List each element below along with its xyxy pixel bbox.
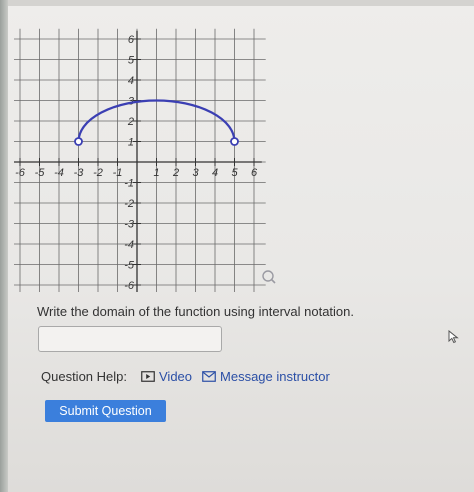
y-axis-ticks: 654321-1-2-3-4-5-6	[124, 34, 141, 292]
mouse-cursor-icon	[448, 330, 459, 344]
x-tick-label: 4	[212, 167, 218, 179]
top-edge	[0, 0, 474, 6]
answer-input[interactable]	[38, 326, 222, 352]
y-tick-label: -6	[124, 280, 135, 292]
x-tick-label: -3	[74, 167, 85, 179]
right-open-endpoint	[230, 137, 239, 146]
video-link-label: Video	[159, 369, 193, 384]
question-help-label: Question Help:	[41, 369, 127, 384]
y-tick-label: 5	[128, 55, 135, 67]
left-open-endpoint	[74, 137, 83, 146]
function-graph: -6 -5 -4 -3 -2 -1 1 2 3 4 5 6 6 5 4 3 2 1 -1 -2 -3 -4 -5 -6	[14, 20, 289, 292]
video-icon	[141, 371, 155, 382]
message-instructor-label: Message instructor	[220, 369, 330, 384]
x-tick-label: 1	[153, 167, 159, 179]
y-tick-label: -3	[124, 219, 135, 231]
x-tick-label: 3	[192, 167, 199, 179]
submit-question-button[interactable]: Submit Question	[45, 400, 166, 422]
y-tick-label: -4	[124, 239, 134, 251]
y-tick-label: 6	[128, 34, 135, 46]
mail-icon	[202, 371, 216, 382]
grid-lines	[14, 28, 266, 292]
y-tick-label: 1	[128, 137, 134, 149]
graph-canvas: -6 -5 -4 -3 -2 -1 1 2 3 4 5 6 654321-1-2-3-4-5-6	[14, 28, 276, 292]
y-tick-label: 4	[128, 75, 134, 87]
y-tick-label: 2	[127, 116, 134, 128]
y-tick-label: -1	[124, 178, 134, 190]
x-tick-label: 2	[172, 167, 179, 179]
magnifier-icon[interactable]	[262, 270, 276, 284]
x-tick-label: -4	[54, 167, 64, 179]
question-prompt: Write the domain of the function using i…	[37, 304, 355, 319]
x-tick-label: -1	[113, 167, 123, 179]
x-tick-label: 5	[231, 167, 238, 179]
question-help-row: Question Help: Video Message instructor	[41, 369, 340, 384]
x-tick-label: -5	[35, 167, 46, 179]
x-tick-label: 6	[251, 167, 258, 179]
y-tick-label: -2	[124, 198, 134, 210]
message-instructor-link[interactable]: Message instructor	[202, 369, 330, 384]
left-edge	[0, 0, 8, 492]
video-link[interactable]: Video	[141, 369, 192, 384]
y-tick-label: -5	[124, 260, 135, 272]
x-tick-label: -6	[15, 167, 26, 179]
x-tick-label: -2	[93, 167, 103, 179]
